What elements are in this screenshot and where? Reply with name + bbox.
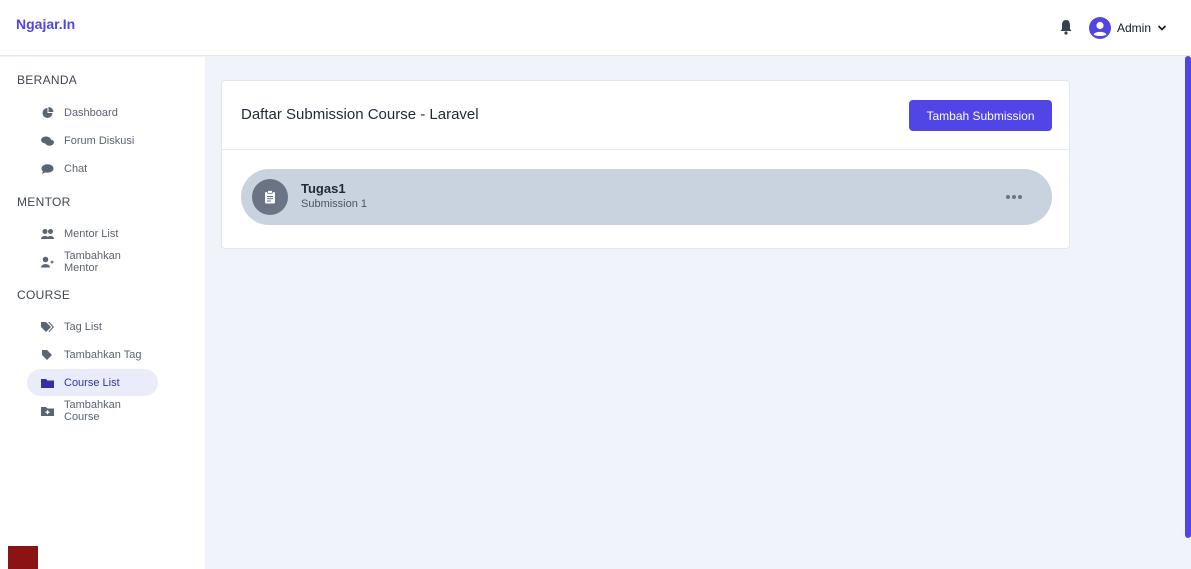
sidebar: BERANDA Dashboard Forum Diskusi Chat MEN… <box>0 57 205 569</box>
comments-icon <box>41 136 54 146</box>
sidebar-item-chat[interactable]: Chat <box>27 155 158 182</box>
sidebar-item-label: Tag List <box>64 320 102 333</box>
scrollbar[interactable] <box>1185 56 1191 538</box>
card-header: Daftar Submission Course - Laravel Tamba… <box>222 81 1069 150</box>
submission-card: Daftar Submission Course - Laravel Tamba… <box>221 80 1070 249</box>
bell-icon[interactable] <box>1059 19 1073 35</box>
user-menu[interactable]: Admin <box>1089 16 1167 40</box>
sidebar-item-label: Forum Diskusi <box>64 134 135 147</box>
add-submission-button[interactable]: Tambah Submission <box>909 100 1052 131</box>
page-title: Daftar Submission Course - Laravel <box>241 106 479 123</box>
sidebar-item-tambahkan-course[interactable]: Tambahkan Course <box>27 397 158 424</box>
sidebar-item-label: Tambahkan Course <box>64 398 121 423</box>
users-icon <box>41 228 54 239</box>
tag-icon <box>42 349 52 360</box>
sidebar-item-label: Tambahkan Tag <box>64 348 142 361</box>
user-plus-icon <box>41 256 54 267</box>
folder-icon <box>41 378 54 388</box>
user-circle-icon <box>1089 17 1111 39</box>
sidebar-item-label: Dashboard <box>64 106 118 119</box>
sidebar-item-label: Mentor List <box>64 227 119 240</box>
comment-icon <box>41 163 54 174</box>
more-options-icon[interactable] <box>1006 195 1022 199</box>
top-navbar: Ngajar.In Admin <box>0 0 1191 56</box>
tags-icon <box>41 321 54 332</box>
submission-description: Submission 1 <box>301 198 368 210</box>
user-name: Admin <box>1117 21 1152 35</box>
sidebar-item-label: Tambahkan Mentor <box>64 249 121 274</box>
sidebar-item-label: Course List <box>64 376 120 389</box>
sidebar-item-tambahkan-mentor[interactable]: Tambahkan Mentor <box>27 248 158 275</box>
sidebar-item-dashboard[interactable]: Dashboard <box>27 99 158 126</box>
sidebar-section-beranda: BERANDA <box>17 73 78 87</box>
sidebar-item-tag-list[interactable]: Tag List <box>27 313 158 340</box>
sidebar-section-course: COURSE <box>17 288 71 302</box>
sidebar-item-label: Chat <box>64 162 88 175</box>
sidebar-item-course-list[interactable]: Course List <box>27 369 158 396</box>
submission-title: Tugas1 <box>301 181 346 196</box>
sidebar-item-forum-diskusi[interactable]: Forum Diskusi <box>27 127 158 154</box>
folder-plus-icon <box>41 406 54 416</box>
app-logo-icon <box>8 546 38 569</box>
submission-item[interactable]: Tugas1 Submission 1 <box>241 169 1052 225</box>
brand-logo-text[interactable]: Ngajar.In <box>16 16 75 32</box>
chevron-down-icon <box>1157 25 1167 31</box>
sidebar-item-mentor-list[interactable]: Mentor List <box>27 220 158 247</box>
sidebar-section-mentor: MENTOR <box>17 195 71 209</box>
sidebar-item-tambahkan-tag[interactable]: Tambahkan Tag <box>27 341 158 368</box>
pie-chart-icon <box>42 106 54 118</box>
clipboard-icon <box>252 179 288 215</box>
